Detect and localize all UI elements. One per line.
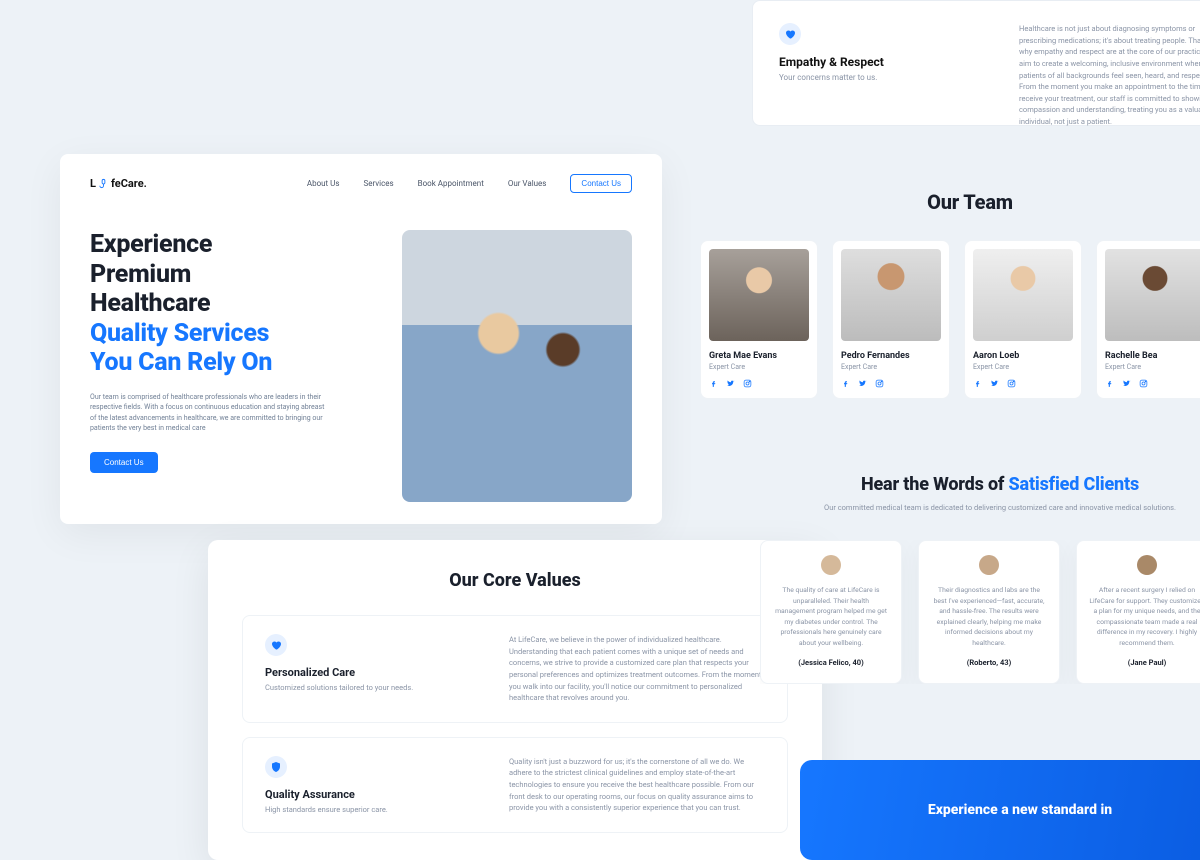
value-subtitle: Your concerns matter to us. (779, 73, 959, 82)
nav-services[interactable]: Services (363, 179, 393, 188)
testimonials-heading-accent: Satisfied Clients (1009, 474, 1139, 495)
testimonial-quote: After a recent surgery I relied on LifeC… (1089, 585, 1200, 648)
cta-headline: Experience a new standard in (928, 802, 1112, 818)
value-description: Healthcare is not just about diagnosing … (1019, 23, 1200, 103)
facebook-icon[interactable] (709, 379, 718, 388)
facebook-icon[interactable] (973, 379, 982, 388)
avatar (1137, 555, 1157, 575)
hero-title: Experience Premium Healthcare Quality Se… (90, 230, 376, 378)
top-nav: L feCare. About Us Services Book Appoint… (90, 154, 632, 212)
testimonials-subtitle: Our committed medical team is dedicated … (760, 503, 1200, 512)
stethoscope-icon (98, 178, 109, 189)
team-role: Expert Care (1105, 363, 1200, 371)
testimonial-author: (Roberto, 43) (931, 658, 1047, 667)
value-title: Personalized Care (265, 666, 465, 679)
heart-icon (265, 634, 287, 656)
team-name: Greta Mae Evans (709, 351, 809, 361)
value-subtitle: High standards ensure superior care. (265, 805, 465, 814)
team-card[interactable]: Greta Mae Evans Expert Care (700, 240, 818, 399)
team-card[interactable]: Pedro Fernandes Expert Care (832, 240, 950, 399)
team-photo (973, 249, 1073, 341)
team-heading: Our Team (700, 190, 1200, 214)
testimonials-heading: Hear the Words of Satisfied Clients (760, 474, 1200, 495)
testimonial-quote: Their diagnostics and labs are the best … (931, 585, 1047, 648)
value-card-empathy: Empathy & Respect Your concerns matter t… (752, 0, 1200, 126)
hero-description: Our team is comprised of healthcare prof… (90, 392, 330, 434)
testimonial-author: (Jane Paul) (1089, 658, 1200, 667)
team-role: Expert Care (973, 363, 1073, 371)
testimonials-heading-text: Hear the Words of (861, 474, 1009, 495)
hero-image (402, 230, 632, 502)
hero-card: L feCare. About Us Services Book Appoint… (60, 154, 662, 524)
testimonials-row: The quality of care at LifeCare is unpar… (760, 540, 1200, 684)
contact-button-outline[interactable]: Contact Us (570, 174, 632, 193)
team-role: Expert Care (709, 363, 809, 371)
avatar (979, 555, 999, 575)
testimonial-quote: The quality of care at LifeCare is unpar… (773, 585, 889, 648)
shield-icon (265, 756, 287, 778)
twitter-icon[interactable] (726, 379, 735, 388)
facebook-icon[interactable] (1105, 379, 1114, 388)
team-row: Greta Mae Evans Expert Care Pedro Fernan… (700, 240, 1200, 399)
twitter-icon[interactable] (990, 379, 999, 388)
hero-title-line: Healthcare (90, 289, 376, 319)
hero-title-accent: You Can Rely On (90, 348, 376, 378)
twitter-icon[interactable] (1122, 379, 1131, 388)
contact-button-primary[interactable]: Contact Us (90, 452, 158, 473)
avatar (821, 555, 841, 575)
testimonial-card: After a recent surgery I relied on LifeC… (1076, 540, 1200, 684)
hero-title-accent: Quality Services (90, 319, 376, 349)
value-row-quality: Quality Assurance High standards ensure … (242, 737, 788, 833)
testimonial-card: Their diagnostics and labs are the best … (918, 540, 1060, 684)
instagram-icon[interactable] (1007, 379, 1016, 388)
value-description: At LifeCare, we believe in the power of … (509, 634, 765, 704)
brand-prefix: L (90, 177, 96, 190)
cta-strip[interactable]: Experience a new standard in (800, 760, 1200, 860)
value-subtitle: Customized solutions tailored to your ne… (265, 683, 465, 692)
value-row-personalized: Personalized Care Customized solutions t… (242, 615, 788, 723)
testimonial-author: (Jessica Felico, 40) (773, 658, 889, 667)
instagram-icon[interactable] (875, 379, 884, 388)
team-section: Our Team Greta Mae Evans Expert Care Ped… (700, 190, 1200, 399)
value-title: Quality Assurance (265, 788, 465, 801)
hero-text: Experience Premium Healthcare Quality Se… (90, 230, 376, 502)
twitter-icon[interactable] (858, 379, 867, 388)
testimonial-card: The quality of care at LifeCare is unpar… (760, 540, 902, 684)
brand-logo[interactable]: L feCare. (90, 177, 147, 190)
facebook-icon[interactable] (841, 379, 850, 388)
team-name: Pedro Fernandes (841, 351, 941, 361)
heart-icon (779, 23, 801, 45)
hero-title-line: Premium (90, 260, 376, 290)
hero-title-line: Experience (90, 230, 376, 260)
brand-suffix: feCare. (111, 177, 147, 190)
team-photo (841, 249, 941, 341)
value-description: Quality isn't just a buzzword for us; it… (509, 756, 765, 814)
core-values-heading: Our Core Values (242, 570, 788, 591)
team-card[interactable]: Aaron Loeb Expert Care (964, 240, 1082, 399)
team-card[interactable]: Rachelle Bea Expert Care (1096, 240, 1200, 399)
testimonials-section: Hear the Words of Satisfied Clients Our … (760, 474, 1200, 684)
team-name: Aaron Loeb (973, 351, 1073, 361)
team-photo (1105, 249, 1200, 341)
instagram-icon[interactable] (1139, 379, 1148, 388)
nav-book[interactable]: Book Appointment (418, 179, 484, 188)
core-values-card: Our Core Values Personalized Care Custom… (208, 540, 822, 860)
team-photo (709, 249, 809, 341)
instagram-icon[interactable] (743, 379, 752, 388)
value-title: Empathy & Respect (779, 55, 959, 69)
team-role: Expert Care (841, 363, 941, 371)
nav-about[interactable]: About Us (307, 179, 340, 188)
team-name: Rachelle Bea (1105, 351, 1200, 361)
nav-values[interactable]: Our Values (508, 179, 547, 188)
